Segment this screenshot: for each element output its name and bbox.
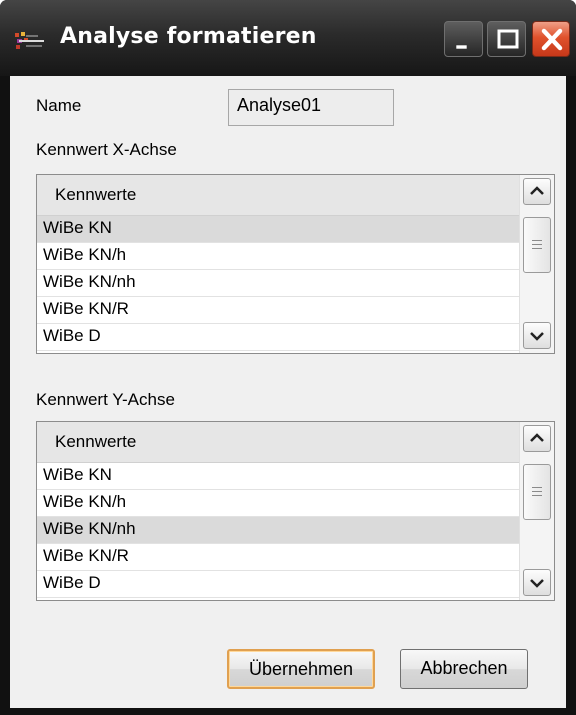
x-axis-item-3[interactable]: WiBe KN/R [37,297,519,324]
title-bar[interactable]: Analyse formatieren [0,0,576,76]
maximize-button[interactable] [487,21,526,57]
x-axis-scroll-thumb[interactable] [523,217,551,273]
y-axis-item-2[interactable]: WiBe KN/nh [37,517,519,544]
dialog-window: Analyse formatieren Name Analyse01 Kennw… [0,0,576,715]
y-axis-column-header[interactable]: Kennwerte [37,422,519,463]
maximize-icon [497,29,519,49]
name-label: Name [36,96,82,115]
name-field[interactable]: Analyse01 [228,89,394,126]
cancel-button[interactable]: Abbrechen [400,649,528,689]
y-axis-column-header-label: Kennwerte [55,432,137,451]
y-axis-item-1[interactable]: WiBe KN/h [37,490,519,517]
y-axis-scroll-down-button[interactable] [523,569,551,596]
chevron-up-icon [530,433,544,442]
x-axis-scrollbar[interactable] [519,175,554,353]
x-axis-scroll-down-button[interactable] [523,322,551,349]
x-axis-label: Kennwert X-Achse [36,140,177,159]
close-button[interactable] [532,21,570,57]
y-axis-item-4[interactable]: WiBe D [37,571,519,598]
app-icon [15,32,44,49]
x-axis-item-4[interactable]: WiBe D [37,324,519,351]
y-axis-item-3[interactable]: WiBe KN/R [37,544,519,571]
y-axis-listbox[interactable]: Kennwerte WiBe KN WiBe KN/h WiBe KN/nh W… [36,421,555,601]
minimize-icon [455,44,468,50]
minimize-button[interactable] [444,21,483,57]
apply-button[interactable]: Übernehmen [227,649,375,689]
x-axis-item-1[interactable]: WiBe KN/h [37,243,519,270]
x-axis-item-2[interactable]: WiBe KN/nh [37,270,519,297]
chevron-down-icon [530,332,544,341]
x-axis-scroll-up-button[interactable] [523,178,551,205]
x-axis-column-header[interactable]: Kennwerte [37,175,519,216]
chevron-down-icon [530,579,544,588]
close-icon [541,28,563,51]
x-axis-item-0[interactable]: WiBe KN [37,216,519,243]
y-axis-label: Kennwert Y-Achse [36,390,175,409]
x-axis-listbox[interactable]: Kennwerte WiBe KN WiBe KN/h WiBe KN/nh W… [36,174,555,354]
y-axis-scroll-thumb[interactable] [523,464,551,520]
window-title: Analyse formatieren [60,24,317,49]
y-axis-scroll-up-button[interactable] [523,425,551,452]
chevron-up-icon [530,186,544,195]
dialog-body: Name Analyse01 Kennwert X-Achse Kennwert… [10,76,566,708]
x-axis-column-header-label: Kennwerte [55,185,137,204]
y-axis-scrollbar[interactable] [519,422,554,600]
y-axis-item-0[interactable]: WiBe KN [37,463,519,490]
